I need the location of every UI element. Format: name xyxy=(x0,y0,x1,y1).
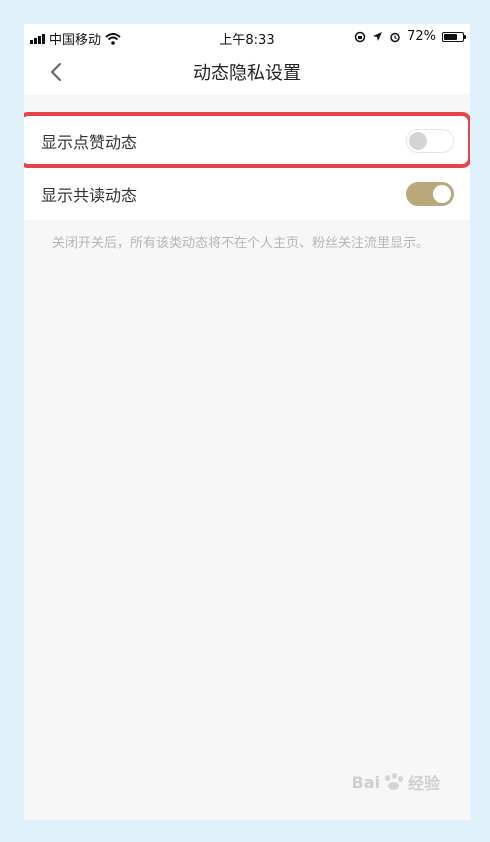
setting-row-coread: 显示共读动态 xyxy=(24,167,470,220)
paw-icon xyxy=(383,773,405,791)
watermark-text: Bai xyxy=(351,772,380,792)
page-title: 动态隐私设置 xyxy=(193,63,301,84)
status-right: 72% xyxy=(354,29,466,44)
watermark-suffix: 经验 xyxy=(407,774,440,793)
alarm-icon xyxy=(390,32,400,42)
toggle-coread[interactable] xyxy=(406,181,454,206)
phone-screen: 中国移动 上午8:33 72% 动态隐私设置 显示点赞动态 显示共读动态 关闭开… xyxy=(24,24,470,820)
location-icon xyxy=(373,32,383,41)
battery-fill xyxy=(444,33,457,40)
toggle-knob xyxy=(409,131,427,150)
back-button[interactable] xyxy=(44,60,68,84)
chevron-left-icon xyxy=(51,63,61,81)
toggle-knob xyxy=(433,184,451,203)
nav-bar: 动态隐私设置 xyxy=(24,50,470,94)
orientation-lock-icon xyxy=(354,31,366,42)
toggle-likes[interactable] xyxy=(406,128,454,153)
settings-list: 显示点赞动态 显示共读动态 xyxy=(24,112,470,220)
battery-percent: 72% xyxy=(407,29,436,44)
setting-label-likes: 显示点赞动态 xyxy=(41,132,138,152)
status-bar: 中国移动 上午8:33 72% xyxy=(24,24,470,50)
setting-row-likes: 显示点赞动态 xyxy=(24,112,470,168)
setting-label-coread: 显示共读动态 xyxy=(41,185,138,205)
hint-text: 关闭开关后，所有该类动态将不在个人主页、粉丝关注流里显示。 xyxy=(52,236,430,251)
watermark: Bai 经验 xyxy=(352,770,441,794)
battery-icon xyxy=(442,31,466,42)
